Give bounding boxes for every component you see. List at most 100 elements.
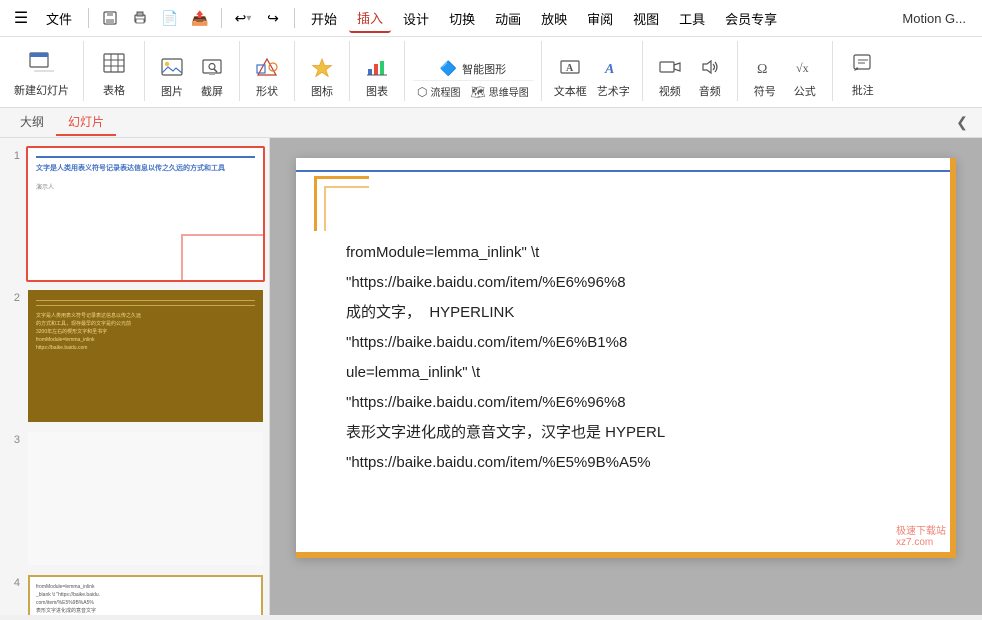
smart-shape-label: 智能图形 (462, 61, 506, 77)
export-icon-btn[interactable]: 📤 (187, 5, 213, 31)
symbol-btn[interactable]: Ω 符号 (746, 55, 784, 101)
slide-thumb-inner-3 (28, 432, 263, 564)
table-btn[interactable]: 表格 (92, 49, 136, 101)
menu-switch[interactable]: 切换 (441, 5, 483, 32)
undo-btn[interactable]: ↩▾ (230, 5, 256, 31)
mindmap-label: 思维导图 (489, 84, 529, 99)
sep9 (737, 41, 738, 101)
slide-item-1[interactable]: 1 文字是人类用表义符号记录表达信息以传之久远的方式和工具 演示人 (4, 146, 265, 282)
slide-thumb-2[interactable]: 文字是人类用表义符号记录表达信息以传之久远的方式和工具，现存最早的文字是约公元前… (26, 288, 265, 424)
sep4 (294, 41, 295, 101)
slide-thumb-inner-2: 文字是人类用表义符号记录表达信息以传之久远的方式和工具，现存最早的文字是约公元前… (28, 290, 263, 422)
menu-tools[interactable]: 工具 (671, 5, 713, 32)
slide-thumb-3[interactable] (26, 430, 265, 566)
icon-icon (311, 57, 333, 82)
svg-text:A: A (604, 62, 614, 77)
table-label: 表格 (103, 82, 125, 98)
textbox-icon: A (559, 57, 581, 82)
mindmap-icon: 🗺 (470, 85, 485, 99)
image-label: 图片 (161, 83, 183, 99)
collapse-btn[interactable]: ❮ (950, 111, 974, 135)
slide1-top-line (36, 156, 255, 158)
image-btn[interactable]: 图片 (153, 55, 191, 101)
formula-icon: √x (794, 57, 816, 82)
menu-icon[interactable]: ☰ (8, 5, 34, 31)
textbox-btn[interactable]: A 文本框 (550, 55, 591, 101)
slide1-author: 演示人 (36, 182, 255, 191)
save-icon-btn[interactable] (97, 5, 123, 31)
canvas-right-border (950, 158, 956, 558)
shape-btn[interactable]: 形状 (248, 55, 286, 101)
new-slide-btn[interactable]: 新建幻灯片 (8, 47, 75, 101)
sep5 (349, 41, 350, 101)
menu-animation[interactable]: 动画 (487, 5, 529, 32)
slide-thumb-4[interactable]: fromModule=lemma_inlink_blank \t "https:… (26, 573, 265, 615)
screenshot-btn[interactable]: 截屏 (193, 55, 231, 101)
menu-vip[interactable]: 会员专享 (717, 5, 785, 32)
annotation-icon (851, 52, 875, 80)
audio-btn[interactable]: 音频 (691, 55, 729, 101)
textbox-label: 文本框 (554, 83, 587, 99)
new-slide-icon (28, 50, 56, 80)
print-icon (132, 10, 148, 26)
copy-icon-btn[interactable]: 📄 (157, 5, 183, 31)
canvas-corner-deco-inner (324, 186, 369, 231)
sep3 (239, 41, 240, 101)
icon-btn-ribbon[interactable]: 图标 (303, 55, 341, 101)
svg-text:√x: √x (796, 61, 809, 75)
flowchart-btn[interactable]: ⬡ 流程图 (413, 82, 464, 101)
smart-shape-icon: 🔷 (440, 60, 457, 77)
table-icon (102, 52, 126, 80)
annotation-btn[interactable]: 批注 (841, 49, 885, 101)
watermark: 极速下载站xz7.com (896, 522, 946, 548)
slide1-title: 文字是人类用表义符号记录表达信息以传之久远的方式和工具 (36, 164, 255, 174)
divider-2 (221, 8, 222, 28)
slide1-corner-deco (181, 234, 263, 280)
audio-label: 音频 (699, 83, 721, 99)
art-btn[interactable]: A 艺术字 (593, 55, 634, 101)
shape-icon (256, 57, 278, 82)
menu-design[interactable]: 设计 (395, 5, 437, 32)
sep6 (404, 41, 405, 101)
slide2-line1 (36, 300, 255, 301)
audio-icon (699, 57, 721, 82)
slide-thumb-inner-1: 文字是人类用表义符号记录表达信息以传之久远的方式和工具 演示人 (28, 148, 263, 280)
divider-1 (88, 8, 89, 28)
mindmap-btn[interactable]: 🗺 思维导图 (466, 82, 532, 101)
slide-tab[interactable]: 幻灯片 (56, 109, 116, 136)
menu-view[interactable]: 视图 (625, 5, 667, 32)
menu-start[interactable]: 开始 (303, 5, 345, 32)
smart-shape-btn[interactable]: 🔷 智能图形 (413, 58, 533, 79)
symbol-label: 符号 (754, 83, 776, 99)
video-icon (659, 57, 681, 82)
slide-thumb-1[interactable]: 文字是人类用表义符号记录表达信息以传之久远的方式和工具 演示人 (26, 146, 265, 282)
print-icon-btn[interactable] (127, 5, 153, 31)
video-btn[interactable]: 视频 (651, 55, 689, 101)
chart-icon (366, 57, 388, 82)
video-label: 视频 (659, 83, 681, 99)
image-icon (161, 57, 183, 82)
menu-review[interactable]: 审阅 (579, 5, 621, 32)
slide-number-1: 1 (4, 146, 20, 162)
motion-label: Motion G... (902, 11, 974, 26)
flowchart-icon: ⬡ (417, 85, 427, 99)
menu-insert[interactable]: 插入 (349, 4, 391, 33)
slide-item-4[interactable]: 4 fromModule=lemma_inlink_blank \t "http… (4, 573, 265, 615)
chart-btn[interactable]: 图表 (358, 55, 396, 101)
slide-item-2[interactable]: 2 文字是人类用表义符号记录表达信息以传之久远的方式和工具，现存最早的文字是约公… (4, 288, 265, 424)
slide-panel: 1 文字是人类用表义符号记录表达信息以传之久远的方式和工具 演示人 2 文字是人… (0, 138, 270, 615)
slide-item-3[interactable]: 3 (4, 430, 265, 566)
sep2 (144, 41, 145, 101)
menu-playback[interactable]: 放映 (533, 5, 575, 32)
outline-tab[interactable]: 大纲 (8, 109, 56, 136)
canvas-content[interactable]: fromModule=lemma_inlink" \t "https://bai… (296, 158, 956, 508)
slide4-text: fromModule=lemma_inlink_blank \t "https:… (36, 583, 255, 615)
view-bar: 大纲 幻灯片 ❮ (0, 108, 982, 138)
ribbon: 新建幻灯片 表格 图片 截屏 (0, 37, 982, 108)
slide-canvas[interactable]: fromModule=lemma_inlink" \t "https://bai… (296, 158, 956, 558)
file-menu[interactable]: 文件 (38, 5, 80, 32)
redo-btn[interactable]: ↪ (260, 5, 286, 31)
main-area: 1 文字是人类用表义符号记录表达信息以传之久远的方式和工具 演示人 2 文字是人… (0, 138, 982, 615)
slide-number-2: 2 (4, 288, 20, 304)
formula-btn[interactable]: √x 公式 (786, 55, 824, 101)
